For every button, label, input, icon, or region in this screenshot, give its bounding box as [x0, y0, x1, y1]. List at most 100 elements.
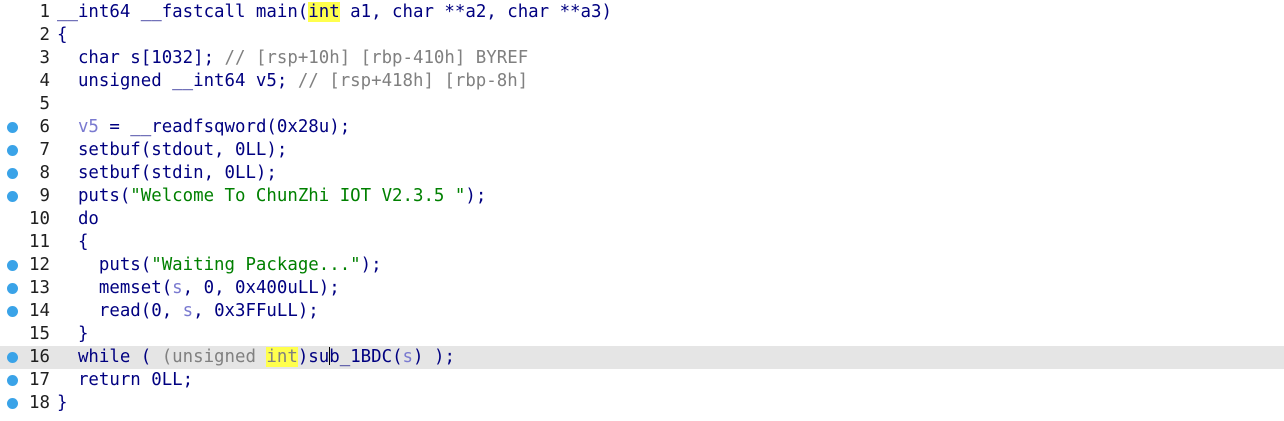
line-number: 9 — [39, 186, 50, 206]
code-token: __int64 __fastcall main( — [57, 2, 309, 22]
code-line[interactable]: 5 — [0, 93, 1284, 116]
code-line[interactable]: 13 memset(s, 0, 0x400uLL); — [0, 277, 1284, 300]
line-number: 6 — [39, 117, 50, 137]
code-token: memset( — [57, 278, 173, 298]
code-text[interactable]: v5 = __readfsqword(0x28u); — [57, 116, 350, 139]
code-token: s — [172, 278, 183, 298]
code-token: ); — [360, 255, 382, 275]
line-number: 18 — [29, 393, 50, 413]
line-number: 11 — [29, 232, 50, 252]
code-token: return 0LL; — [57, 370, 194, 390]
code-token: while ( — [57, 347, 162, 367]
code-token: ); — [465, 186, 487, 206]
code-token: read(0, — [57, 301, 183, 321]
code-token: puts( — [57, 186, 131, 206]
code-token: s — [402, 347, 414, 367]
breakpoint-marker-icon[interactable] — [7, 191, 18, 202]
line-number: 4 — [39, 71, 50, 91]
line-number: 8 — [39, 163, 50, 183]
breakpoint-marker-icon[interactable] — [7, 168, 18, 179]
code-text[interactable]: { — [57, 24, 67, 47]
code-token: "Waiting Package..." — [151, 255, 361, 275]
code-text[interactable]: puts("Waiting Package..."); — [57, 254, 382, 277]
code-line[interactable]: 10 do — [0, 208, 1284, 231]
code-token: "Welcome To ChunZhi IOT V2.3.5 " — [130, 186, 466, 206]
line-number: 1 — [39, 2, 50, 22]
line-number: 13 — [29, 278, 50, 298]
line-number: 17 — [29, 370, 50, 390]
code-line[interactable]: 1 __int64 __fastcall main(int a1, char **… — [0, 1, 1284, 24]
breakpoint-marker-icon[interactable] — [7, 122, 18, 133]
code-token: // [rsp+10h] [rbp-410h] BYREF — [224, 48, 529, 68]
code-text[interactable]: do — [57, 208, 99, 231]
code-text[interactable]: char s[1032]; // [rsp+10h] [rbp-410h] BY… — [57, 47, 528, 70]
code-token: )su — [297, 347, 330, 367]
breakpoint-marker-icon[interactable] — [7, 352, 18, 363]
code-token: v5 — [57, 117, 99, 137]
line-number: 3 — [39, 48, 50, 68]
breakpoint-marker-icon[interactable] — [7, 145, 18, 156]
code-token: ) ); — [413, 347, 455, 367]
code-token: b_1BDC( — [329, 347, 403, 367]
pseudocode-view[interactable]: 1 __int64 __fastcall main(int a1, char **… — [0, 0, 1284, 421]
code-text[interactable]: return 0LL; — [57, 369, 193, 392]
code-token: } — [57, 324, 89, 344]
code-line[interactable]: 6 v5 = __readfsqword(0x28u); — [0, 116, 1284, 139]
breakpoint-marker-icon[interactable] — [7, 306, 18, 317]
code-token: a1, char **a2, char **a3) — [339, 2, 612, 22]
code-token: (unsigned — [161, 347, 267, 367]
code-text[interactable]: while ( (unsigned int)sub_1BDC(s) ); — [57, 346, 455, 369]
line-number: 10 — [29, 209, 50, 229]
code-line[interactable]: 8 setbuf(stdin, 0LL); — [0, 162, 1284, 185]
breakpoint-marker-icon[interactable] — [7, 375, 18, 386]
code-token: { — [57, 25, 68, 45]
code-token: } — [57, 393, 68, 413]
code-line[interactable]: 16 while ( (unsigned int)sub_1BDC(s) ); — [0, 346, 1284, 369]
line-number: 12 — [29, 255, 50, 275]
breakpoint-marker-icon[interactable] — [7, 283, 18, 294]
code-line[interactable]: 9 puts("Welcome To ChunZhi IOT V2.3.5 ")… — [0, 185, 1284, 208]
code-line[interactable]: 12 puts("Waiting Package..."); — [0, 254, 1284, 277]
code-text[interactable]: setbuf(stdout, 0LL); — [57, 139, 287, 162]
code-line[interactable]: 14 read(0, s, 0x3FFuLL); — [0, 300, 1284, 323]
code-token: unsigned __int64 v5; — [57, 71, 298, 91]
code-token: , 0, 0x400uLL); — [182, 278, 340, 298]
code-line[interactable]: 7 setbuf(stdout, 0LL); — [0, 139, 1284, 162]
code-token: { — [57, 232, 89, 252]
code-token: // [rsp+418h] [rbp-8h] — [297, 71, 529, 91]
line-number: 7 — [39, 140, 50, 160]
code-text[interactable]: } — [57, 392, 67, 415]
code-token: do — [57, 209, 99, 229]
code-line[interactable]: 18} — [0, 392, 1284, 415]
code-token: int — [266, 347, 298, 367]
code-text[interactable]: memset(s, 0, 0x400uLL); — [57, 277, 340, 300]
code-line[interactable]: 4 unsigned __int64 v5; // [rsp+418h] [rb… — [0, 70, 1284, 93]
code-text[interactable]: } — [57, 323, 88, 346]
code-line[interactable]: 11 { — [0, 231, 1284, 254]
code-text[interactable]: setbuf(stdin, 0LL); — [57, 162, 277, 185]
line-number: 14 — [29, 301, 50, 321]
line-number: 2 — [39, 25, 50, 45]
code-text[interactable]: read(0, s, 0x3FFuLL); — [57, 300, 319, 323]
code-text[interactable]: puts("Welcome To ChunZhi IOT V2.3.5 "); — [57, 185, 486, 208]
code-token: , 0x3FFuLL); — [193, 301, 319, 321]
line-number: 5 — [39, 94, 50, 114]
code-token: setbuf(stdout, 0LL); — [57, 140, 288, 160]
code-text[interactable]: { — [57, 231, 88, 254]
code-line[interactable]: 15 } — [0, 323, 1284, 346]
code-line[interactable]: 2{ — [0, 24, 1284, 47]
code-token: setbuf(stdin, 0LL); — [57, 163, 277, 183]
breakpoint-marker-icon[interactable] — [7, 260, 18, 271]
breakpoint-marker-icon[interactable] — [7, 398, 18, 409]
code-text[interactable]: unsigned __int64 v5; // [rsp+418h] [rbp-… — [57, 70, 528, 93]
code-text[interactable]: __int64 __fastcall main(int a1, char **a… — [57, 1, 612, 24]
code-token: = __readfsqword(0x28u); — [98, 117, 351, 137]
code-token: s — [182, 301, 194, 321]
line-number: 16 — [29, 347, 50, 367]
code-line[interactable]: 17 return 0LL; — [0, 369, 1284, 392]
code-token: puts( — [57, 255, 152, 275]
code-token: int — [308, 2, 340, 22]
code-line[interactable]: 3 char s[1032]; // [rsp+10h] [rbp-410h] … — [0, 47, 1284, 70]
code-token: char s[1032]; — [57, 48, 225, 68]
line-number: 15 — [29, 324, 50, 344]
